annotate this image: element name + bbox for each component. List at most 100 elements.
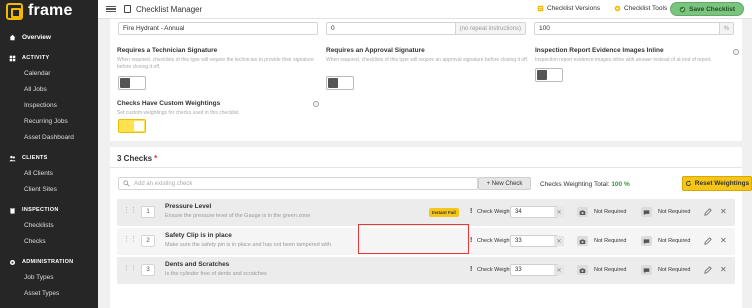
- checks-count: 3 Checks: [117, 154, 153, 163]
- camera-icon[interactable]: [577, 236, 588, 246]
- sidebar-item-client-sites[interactable]: Client Sites: [0, 181, 98, 197]
- sidebar-item-overview[interactable]: Overview: [0, 29, 98, 45]
- drag-handle-icon[interactable]: ⋮⋮: [123, 236, 137, 243]
- remove-icon[interactable]: ✕: [720, 265, 727, 274]
- refresh-icon: [685, 180, 692, 187]
- gear-icon: [9, 259, 16, 266]
- sidebar-item-label: Asset Dashboard: [24, 133, 74, 141]
- divider: [110, 167, 742, 168]
- custom-weightings-toggle[interactable]: [118, 119, 146, 133]
- approval-signature-desc: When required, checklists of this type w…: [326, 57, 529, 63]
- comment-requirement[interactable]: Not Required: [658, 209, 690, 215]
- comment-icon[interactable]: [641, 207, 652, 217]
- new-check-button[interactable]: + New Check: [478, 177, 531, 190]
- instant-fail-badge: Instant Fail: [429, 208, 459, 217]
- photo-requirement[interactable]: Not Required: [594, 267, 626, 273]
- tech-signature-desc: When required, checklists of this type w…: [117, 57, 314, 70]
- sidebar-item-asset-types[interactable]: Asset Types: [0, 285, 98, 301]
- weighting-total-value: 100 %: [611, 181, 630, 188]
- drag-handle-icon[interactable]: ⋮⋮: [123, 265, 137, 272]
- comment-requirement[interactable]: Not Required: [658, 267, 690, 273]
- edit-icon[interactable]: [704, 208, 712, 216]
- percent-suffix: %: [718, 23, 733, 34]
- approval-signature-toggle[interactable]: [326, 76, 354, 90]
- check-weight-input[interactable]: 33: [510, 264, 558, 276]
- sidebar-item-all-jobs[interactable]: All Jobs: [0, 81, 98, 97]
- check-weight-input[interactable]: 33: [510, 235, 558, 247]
- reset-weightings-label: Reset Weightings: [694, 180, 750, 187]
- check-description: Make sure the safety pin is in place and…: [165, 242, 332, 248]
- clear-icon[interactable]: ✕: [554, 236, 564, 246]
- sidebar-heading: ACTIVITY: [22, 55, 50, 61]
- photo-requirement[interactable]: Not Required: [594, 209, 626, 215]
- sidebar: frame Overview ACTIVITY Calendar All Job…: [0, 0, 98, 308]
- check-circle-icon: [679, 6, 686, 13]
- edit-icon[interactable]: [704, 237, 712, 245]
- tech-signature-toggle[interactable]: [118, 76, 146, 90]
- page-title: Checklist Manager: [136, 4, 203, 14]
- repeat-suffix: (no repeat instructions): [454, 23, 525, 34]
- comment-icon[interactable]: [641, 265, 652, 275]
- checklist-tools-label: Checklist Tools: [624, 5, 668, 12]
- checklist-tools-button[interactable]: Checklist Tools: [614, 5, 667, 12]
- clear-icon[interactable]: ✕: [554, 207, 564, 217]
- sidebar-section-activity: ACTIVITY: [0, 51, 98, 65]
- pass-percent-field[interactable]: 100 %: [534, 22, 734, 35]
- logo[interactable]: frame: [0, 0, 98, 22]
- sidebar-item-recurring-jobs[interactable]: Recurring Jobs: [0, 113, 98, 129]
- comment-requirement[interactable]: Not Required: [658, 238, 690, 244]
- exclamation-icon: !: [470, 208, 473, 215]
- sidebar-item-checklists[interactable]: Checklists: [0, 217, 98, 233]
- add-existing-check-input[interactable]: Add an existing check: [118, 177, 478, 190]
- checklist-versions-label: Checklist Versions: [547, 5, 601, 12]
- sidebar-item-label: Overview: [22, 33, 51, 41]
- logo-text: frame: [28, 2, 73, 19]
- sidebar-item-label: Recurring Jobs: [24, 117, 68, 125]
- check-weight-input[interactable]: 34: [510, 206, 558, 218]
- sidebar-item-asset-dashboard[interactable]: Asset Dashboard: [0, 129, 98, 145]
- check-row: ⋮⋮ 3 Dents and Scratches Is the cylinder…: [117, 257, 735, 284]
- info-icon[interactable]: i: [733, 49, 739, 55]
- search-icon: [123, 180, 130, 187]
- sidebar-item-checks[interactable]: Checks: [0, 233, 98, 249]
- frame-logo-icon: [6, 2, 23, 20]
- check-number: 2: [141, 235, 155, 247]
- sidebar-item-calendar[interactable]: Calendar: [0, 65, 98, 81]
- checklist-name-field[interactable]: Fire Hydrant - Annual: [118, 22, 318, 35]
- sidebar-item-all-clients[interactable]: All Clients: [0, 165, 98, 181]
- approval-signature-title: Requires an Approval Signature: [326, 47, 425, 54]
- comment-icon[interactable]: [641, 236, 652, 246]
- photo-requirement[interactable]: Not Required: [594, 238, 626, 244]
- evidence-inline-toggle[interactable]: [535, 68, 563, 82]
- sidebar-heading: ADMINISTRATION: [22, 259, 74, 265]
- remove-icon[interactable]: ✕: [720, 236, 727, 245]
- check-title: Safety Clip is in place: [165, 232, 232, 239]
- camera-icon[interactable]: [577, 207, 588, 217]
- check-weight-label: Check Weight: [477, 267, 512, 273]
- clear-icon[interactable]: ✕: [554, 265, 564, 275]
- info-icon[interactable]: i: [313, 101, 319, 107]
- check-number: 1: [141, 206, 155, 218]
- checklist-versions-button[interactable]: Checklist Versions: [537, 5, 600, 12]
- exclamation-icon: !: [470, 266, 473, 273]
- sidebar-item-inspections[interactable]: Inspections: [0, 97, 98, 113]
- sidebar-item-label: Inspections: [24, 101, 57, 109]
- check-description: Is the cylinder free of dents and scratc…: [165, 271, 267, 277]
- remove-icon[interactable]: ✕: [720, 207, 727, 216]
- menu-icon[interactable]: [106, 4, 116, 14]
- sidebar-item-job-types[interactable]: Job Types: [0, 269, 98, 285]
- exclamation-icon: !: [470, 237, 473, 244]
- sidebar-item-label: Checks: [24, 237, 46, 245]
- camera-icon[interactable]: [577, 265, 588, 275]
- check-weight-label: Check Weight: [477, 238, 512, 244]
- repeat-field[interactable]: 0 (no repeat instructions): [326, 22, 526, 35]
- sidebar-heading: INSPECTION: [22, 207, 59, 213]
- checklist-icon: [124, 5, 131, 13]
- drag-handle-icon[interactable]: ⋮⋮: [123, 207, 137, 214]
- reset-weightings-button[interactable]: Reset Weightings: [682, 176, 752, 191]
- sidebar-item-label: Client Sites: [24, 185, 57, 193]
- search-placeholder: Add an existing check: [134, 180, 193, 187]
- save-checklist-button[interactable]: Save Checklist: [670, 2, 744, 16]
- weighting-total-label: Checks Weighting Total:: [540, 181, 610, 188]
- edit-icon[interactable]: [704, 266, 712, 274]
